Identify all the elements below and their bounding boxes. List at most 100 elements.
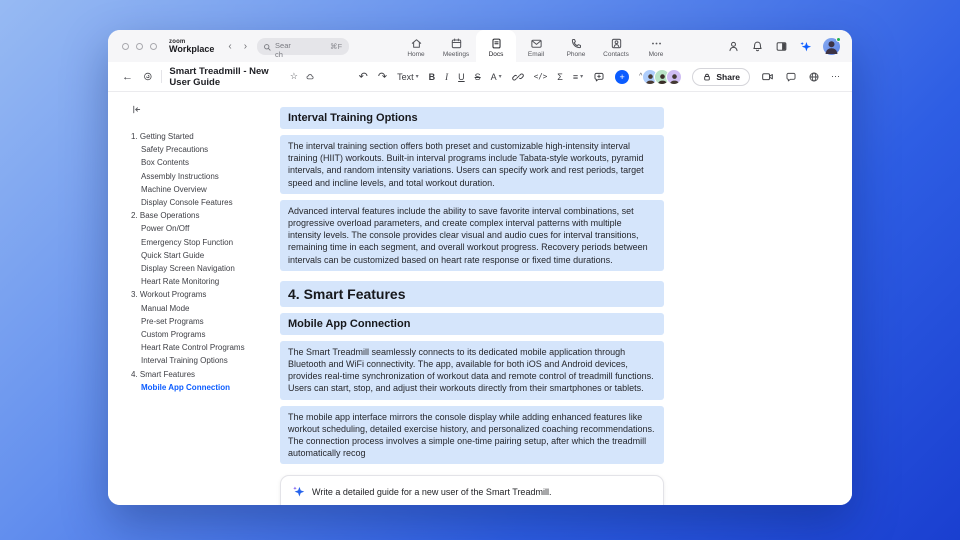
toc-item-workout-programs[interactable]: 3. Workout Programs: [131, 288, 280, 301]
toc-item-smart-features[interactable]: 4. Smart Features: [131, 368, 280, 381]
doc-heading-smart-features[interactable]: 4. Smart Features: [280, 280, 664, 307]
toc-item-safety-precautions[interactable]: Safety Precautions: [131, 143, 280, 156]
doc-heading-mobile-app-connection[interactable]: Mobile App Connection: [280, 312, 664, 335]
docs-logo-icon[interactable]: [143, 70, 153, 83]
outline-sidebar: 1. Getting Started Safety Precautions Bo…: [108, 92, 280, 505]
history-forward-icon[interactable]: ›: [244, 41, 247, 52]
ai-companion-card: Write a detailed guide for a new user of…: [280, 475, 664, 505]
search-icon: [264, 43, 271, 51]
doc-paragraph[interactable]: The mobile app interface mirrors the con…: [280, 405, 664, 465]
collaborator-avatar[interactable]: [666, 68, 683, 85]
home-icon: [411, 39, 421, 48]
ai-insert-button[interactable]: +: [615, 69, 630, 84]
add-comment-icon[interactable]: [593, 71, 605, 83]
side-panel-icon[interactable]: [775, 40, 788, 53]
toc-item-interval-training-options[interactable]: Interval Training Options: [131, 354, 280, 367]
chevron-down-icon: ▾: [580, 74, 584, 80]
document-content[interactable]: Interval Training Options The interval t…: [280, 92, 664, 505]
code-block-button[interactable]: </>: [534, 72, 548, 81]
ai-prompt-text: Write a detailed guide for a new user of…: [312, 486, 552, 497]
back-button[interactable]: ←: [122, 71, 133, 83]
docs-icon: [491, 38, 501, 49]
video-camera-icon[interactable]: [761, 70, 774, 83]
comments-icon[interactable]: [785, 71, 797, 83]
tab-more[interactable]: More: [636, 30, 676, 62]
history-back-icon[interactable]: ‹: [228, 41, 231, 52]
toc-item-assembly-instructions[interactable]: Assembly Instructions: [131, 170, 280, 183]
titlebar: zoom Workplace ‹ › Search ⌘F Home Meetin…: [108, 30, 852, 62]
tab-docs[interactable]: Docs: [476, 30, 516, 62]
main-nav: Home Meetings Docs Email Phone Contacts: [396, 30, 676, 62]
favorite-star-icon[interactable]: ☆: [290, 71, 298, 82]
doc-paragraph[interactable]: The interval training section offers bot…: [280, 135, 664, 194]
profile-icon[interactable]: [727, 40, 740, 53]
toc-item-preset-programs[interactable]: Pre-set Programs: [131, 315, 280, 328]
table-of-contents: 1. Getting Started Safety Precautions Bo…: [131, 130, 280, 394]
close-window-icon[interactable]: [122, 42, 129, 50]
zoom-window-icon[interactable]: [150, 42, 157, 50]
tab-contacts[interactable]: Contacts: [596, 30, 636, 62]
toc-item-custom-programs[interactable]: Custom Programs: [131, 328, 280, 341]
window-controls[interactable]: [122, 42, 157, 50]
more-options-icon[interactable]: ⋯: [831, 71, 840, 82]
toc-item-base-operations[interactable]: 2. Base Operations: [131, 209, 280, 222]
email-icon: [530, 39, 542, 48]
tab-phone[interactable]: Phone: [556, 30, 596, 62]
toc-item-machine-overview[interactable]: Machine Overview: [131, 183, 280, 196]
zoom-workplace-logo: zoom Workplace: [169, 39, 214, 54]
chevron-down-icon: ▾: [498, 74, 502, 80]
app-window: zoom Workplace ‹ › Search ⌘F Home Meetin…: [108, 30, 852, 505]
logo-workplace-text: Workplace: [169, 43, 215, 54]
tab-email[interactable]: Email: [516, 30, 556, 62]
ai-companion-sparkle-icon[interactable]: [799, 40, 812, 53]
tab-meetings[interactable]: Meetings: [436, 30, 476, 62]
lock-icon: [704, 73, 711, 80]
toc-item-manual-mode[interactable]: Manual Mode: [131, 302, 280, 315]
toc-item-mobile-app-connection[interactable]: Mobile App Connection: [131, 381, 280, 394]
doc-paragraph[interactable]: Advanced interval features include the a…: [280, 199, 664, 271]
doc-heading-interval-training[interactable]: Interval Training Options: [280, 107, 664, 129]
formula-button[interactable]: Σ: [557, 72, 563, 82]
minimize-window-icon[interactable]: [136, 42, 143, 50]
chevron-down-icon: ▾: [415, 74, 419, 80]
meetings-icon: [451, 38, 461, 49]
document-body: 1. Getting Started Safety Precautions Bo…: [108, 92, 852, 505]
search-placeholder: Search: [275, 40, 291, 59]
contacts-icon: [611, 38, 621, 49]
search-input[interactable]: Search ⌘F: [257, 37, 350, 59]
italic-button[interactable]: I: [445, 72, 448, 82]
link-icon[interactable]: [511, 71, 524, 83]
notifications-bell-icon[interactable]: [751, 40, 764, 53]
toc-item-power-on-off[interactable]: Power On/Off: [131, 222, 280, 235]
toc-item-quick-start-guide[interactable]: Quick Start Guide: [131, 249, 280, 262]
redo-button[interactable]: ↷: [378, 70, 387, 83]
collapse-sidebar-icon[interactable]: [131, 104, 142, 115]
divider: [160, 70, 162, 83]
doc-paragraph[interactable]: The Smart Treadmill seamlessly connects …: [280, 340, 664, 400]
toc-item-emergency-stop[interactable]: Emergency Stop Function: [131, 236, 280, 249]
toc-item-heart-rate-control-programs[interactable]: Heart Rate Control Programs: [131, 341, 280, 354]
strikethrough-button[interactable]: S: [475, 72, 481, 82]
toc-item-display-console-features[interactable]: Display Console Features: [131, 196, 280, 209]
search-shortcut: ⌘F: [329, 41, 343, 51]
user-avatar[interactable]: [823, 36, 841, 55]
undo-button[interactable]: ↶: [359, 70, 368, 83]
align-dropdown[interactable]: ≡ ▾: [573, 72, 583, 82]
text-color-dropdown[interactable]: A ▾: [491, 72, 502, 82]
presence-available-dot: [836, 36, 841, 42]
collaborator-avatars: [642, 68, 683, 85]
share-button[interactable]: Share: [692, 67, 751, 86]
text-style-dropdown[interactable]: Text ▾: [397, 72, 419, 82]
globe-language-icon[interactable]: [808, 71, 820, 83]
toc-item-box-contents[interactable]: Box Contents: [131, 156, 280, 169]
bold-button[interactable]: B: [429, 72, 436, 82]
tab-home[interactable]: Home: [396, 30, 436, 62]
toc-item-getting-started[interactable]: 1. Getting Started: [131, 130, 280, 143]
document-title: Smart Treadmill - New User Guide: [169, 65, 269, 88]
underline-button[interactable]: U: [458, 72, 465, 82]
cloud-saved-icon: [306, 74, 314, 80]
phone-icon: [571, 38, 581, 49]
toc-item-display-screen-navigation[interactable]: Display Screen Navigation: [131, 262, 280, 275]
ai-sparkle-icon: [293, 486, 305, 497]
toc-item-heart-rate-monitoring[interactable]: Heart Rate Monitoring: [131, 275, 280, 288]
